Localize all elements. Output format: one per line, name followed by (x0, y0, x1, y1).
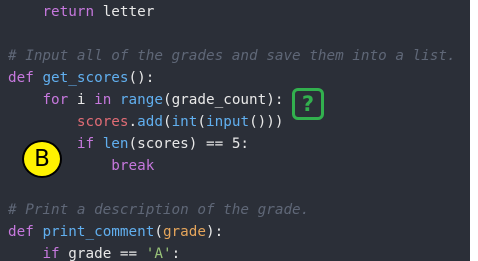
keyword-return: return (42, 4, 95, 20)
code-line-def-print-comment: def print_comment(grade): (8, 224, 224, 240)
code-line-scores-add: scores.add(int(input())) (76, 114, 284, 130)
code-line-for-loop: for i in range(grade_count): (42, 92, 284, 108)
keyword-def: def (8, 224, 34, 240)
builtin-range: range (119, 92, 163, 108)
code-line-if-grade: if grade == 'A': (42, 246, 181, 261)
code-comment-print-description: # Print a description of the grade. (8, 202, 310, 218)
question-badge-icon[interactable]: ? (292, 88, 324, 120)
param-grade: grade (162, 224, 206, 240)
builtin-input: input (206, 114, 250, 130)
code-comment-input-grades: # Input all of the grades and save them … (8, 48, 456, 64)
function-name-get-scores: get_scores (42, 70, 129, 86)
code-line-def-get-scores: def get_scores(): (8, 70, 155, 86)
function-name-print-comment: print_comment (42, 224, 155, 240)
keyword-in: in (94, 92, 112, 108)
code-line-return: return letter (42, 4, 155, 20)
code-editor[interactable]: return letter # Input all of the grades … (0, 0, 470, 261)
keyword-if: if (76, 136, 95, 152)
builtin-len: len (102, 136, 129, 152)
keyword-def: def (8, 70, 34, 86)
page-margin (470, 0, 478, 261)
keyword-if: if (42, 246, 60, 261)
builtin-int: int (171, 114, 198, 130)
keyword-break: break (111, 158, 155, 174)
variable-scores: scores (76, 114, 129, 130)
method-add: add (137, 114, 163, 130)
keyword-for: for (42, 92, 69, 108)
string-literal-a: 'A' (145, 246, 172, 261)
b-marker-badge[interactable]: B (22, 140, 62, 178)
